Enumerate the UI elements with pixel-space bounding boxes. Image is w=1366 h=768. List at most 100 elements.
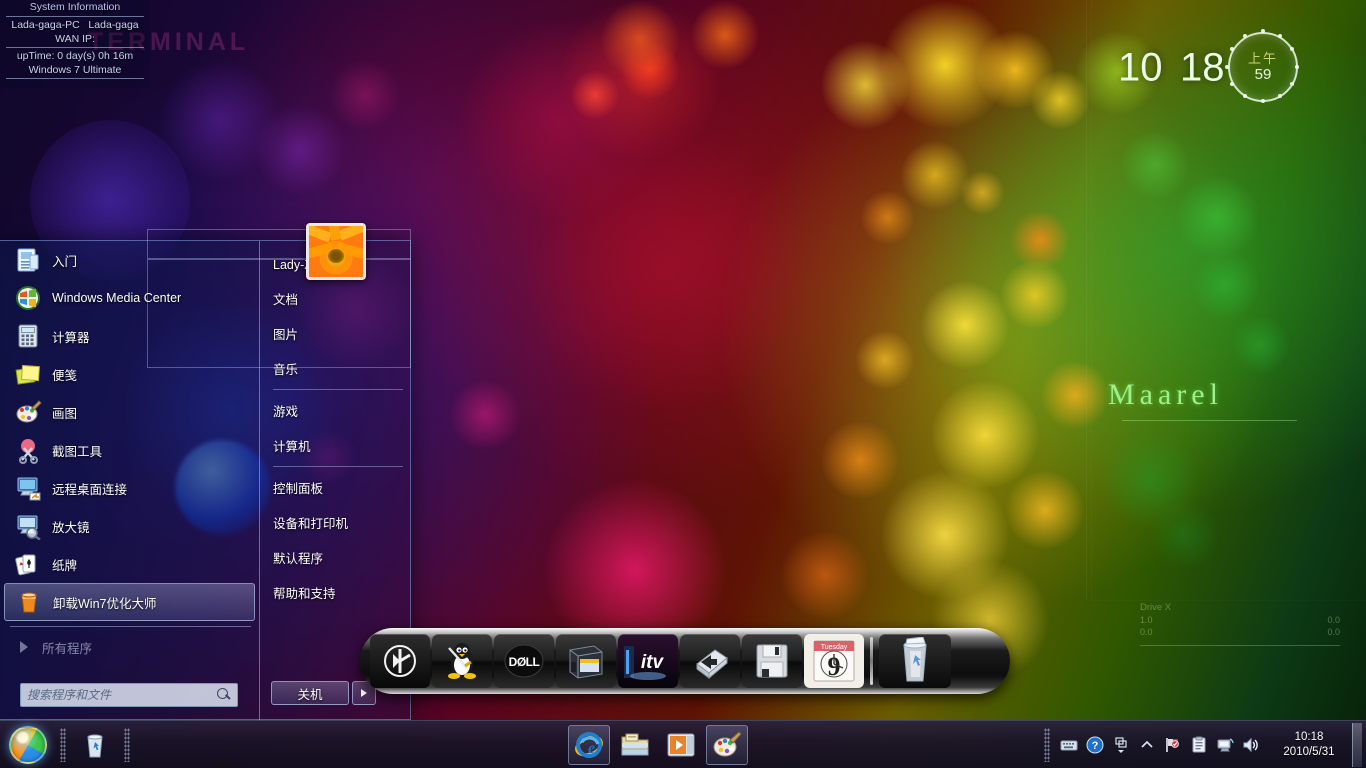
start-item-calculator[interactable]: 计算器	[0, 317, 259, 355]
start-right-item-documents[interactable]: 文档	[261, 281, 411, 316]
avatar[interactable]	[306, 223, 366, 280]
start-right-item-label: 默认程序	[273, 552, 324, 566]
drive-divider	[1140, 645, 1340, 646]
start-right-item-default-programs[interactable]: 默认程序	[261, 540, 411, 575]
sysinfo-uptime: upTime: 0 day(s) 0h 16m	[16, 50, 134, 62]
clock-time: 10:18	[1294, 730, 1324, 743]
start-right-item-label: 帮助和支持	[273, 587, 336, 601]
linux-penguin-icon[interactable]	[432, 634, 492, 688]
sysinfo-computer-name: Lada-gaga-PC	[11, 19, 80, 31]
start-menu[interactable]: 入门 Windows Media Center 计算器 便笺 画图 截图工具 远…	[0, 223, 411, 721]
remote-desktop-icon	[14, 474, 42, 502]
start-item-windows-media-center[interactable]: Windows Media Center	[0, 279, 259, 317]
start-item-solitaire[interactable]: 纸牌	[0, 545, 259, 583]
start-item-label: 便笺	[52, 368, 78, 383]
clipboard-icon[interactable]	[1188, 733, 1210, 757]
drive-gadget[interactable]: Drive X 1.0 0.0 0.0 0.0	[1140, 602, 1340, 648]
windows-logo-icon	[9, 725, 47, 764]
floppy-disk-icon[interactable]	[742, 634, 802, 688]
solitaire-icon	[14, 550, 42, 578]
taskbar-clock[interactable]: 10:18 2010/5/31	[1270, 730, 1348, 760]
chevron-right-icon	[20, 641, 28, 653]
start-right-item-control-panel[interactable]: 控制面板	[261, 470, 411, 505]
volume-icon[interactable]	[1240, 733, 1262, 757]
start-item-remote-desktop[interactable]: 远程桌面连接	[0, 469, 259, 507]
start-item-getting-started[interactable]: 入门	[0, 241, 259, 279]
network-icon[interactable]	[1214, 733, 1236, 757]
start-item-uninstall-win7-master[interactable]: 卸载Win7优化大师	[4, 583, 255, 621]
show-hidden-icons-icon[interactable]	[1110, 733, 1132, 757]
start-item-snipping-tool[interactable]: 截图工具	[0, 431, 259, 469]
drive-row-2-label: 0.0	[1140, 627, 1153, 637]
wallpaper-watermark: Maarel	[1108, 378, 1223, 411]
start-item-sticky-notes[interactable]: 便笺	[0, 355, 259, 393]
drive-row-1: 1.0 0.0	[1140, 615, 1340, 625]
search-input[interactable]	[27, 688, 217, 702]
apple-finder-icon[interactable]	[370, 634, 430, 688]
recycle-bin-quicklaunch[interactable]	[74, 725, 116, 765]
drive-row-2-value: 0.0	[1327, 627, 1340, 637]
internet-explorer-button[interactable]: e	[568, 724, 610, 765]
taskbar[interactable]: e ? 10:18 2010/5/31	[0, 720, 1366, 768]
media-box-icon[interactable]	[556, 634, 616, 688]
dock-items: DØLL itv Tuesday 9	[370, 634, 1000, 688]
calendar-icon[interactable]: Tuesday 9	[804, 634, 864, 688]
file-explorer-button[interactable]	[614, 725, 656, 765]
start-right-divider-2	[273, 466, 403, 467]
sysinfo-wanip: WAN IP:	[0, 32, 150, 46]
start-right-item-label: 设备和打印机	[273, 517, 349, 531]
start-right-divider-1	[273, 389, 403, 390]
help-icon[interactable]: ?	[1084, 733, 1106, 757]
dell-logo-icon[interactable]: DØLL	[494, 634, 554, 688]
clock-minutes: 18	[1180, 45, 1225, 90]
shutdown-button[interactable]: 关机	[271, 681, 349, 705]
watermark-rule	[1122, 420, 1297, 421]
start-item-label: 纸牌	[52, 558, 78, 573]
tray-grip[interactable]	[1044, 727, 1050, 762]
sysinfo-divider-3	[6, 78, 144, 79]
folder-arrow-icon[interactable]	[680, 634, 740, 688]
desktop-screen: TERMINAL Maarel System Information Lada-…	[0, 0, 1366, 768]
start-item-label: 卸载Win7优化大师	[53, 596, 157, 611]
uninstall-icon	[15, 588, 43, 616]
all-programs-label: 所有程序	[42, 641, 93, 656]
start-right-item-games[interactable]: 游戏	[261, 393, 411, 428]
start-right-item-music[interactable]: 音乐	[261, 351, 411, 386]
paint-button[interactable]	[706, 724, 748, 765]
shutdown-row: 关机	[271, 681, 376, 705]
media-player-button[interactable]	[660, 725, 702, 765]
keyboard-language-icon[interactable]	[1058, 733, 1080, 757]
clock-gadget[interactable]: 10 18 上午 59	[1100, 28, 1366, 110]
system-info-gadget[interactable]: System Information Lada-gaga-PC Lada-gag…	[0, 0, 150, 88]
chevron-up-icon[interactable]	[1136, 733, 1158, 757]
start-right-item-pictures[interactable]: 图片	[261, 316, 411, 351]
drive-title: Drive X	[1140, 602, 1172, 613]
start-item-label: 远程桌面连接	[52, 482, 128, 497]
start-right-item-computer[interactable]: 计算机	[261, 428, 411, 463]
start-right-item-label: 控制面板	[273, 482, 324, 496]
show-desktop-button[interactable]	[1352, 722, 1362, 767]
chevron-right-icon	[361, 689, 367, 697]
dock-divider	[870, 637, 873, 685]
search-icon	[217, 688, 231, 702]
drive-row-2: 0.0 0.0	[1140, 627, 1340, 637]
start-item-label: Windows Media Center	[52, 291, 182, 305]
dock-bar[interactable]: DØLL itv Tuesday 9	[360, 628, 1010, 694]
recycle-bin-icon[interactable]	[879, 634, 951, 688]
start-item-paint[interactable]: 画图	[0, 393, 259, 431]
svg-text:itv: itv	[641, 652, 665, 673]
search-box[interactable]	[20, 683, 238, 707]
start-button[interactable]	[2, 723, 54, 767]
paint-icon	[14, 398, 42, 426]
taskbar-grip[interactable]	[124, 727, 130, 762]
security-flag-icon[interactable]	[1162, 733, 1184, 757]
itv-icon[interactable]: itv	[618, 634, 678, 688]
start-right-item-devices-printers[interactable]: 设备和打印机	[261, 505, 411, 540]
system-tray[interactable]: ? 10:18 2010/5/31	[1056, 721, 1366, 768]
start-right-item-label: 图片	[273, 328, 299, 342]
start-item-magnifier[interactable]: 放大镜	[0, 507, 259, 545]
all-programs-button[interactable]: 所有程序	[0, 632, 259, 662]
start-right-item-help-support[interactable]: 帮助和支持	[261, 575, 411, 610]
magnifier-icon	[14, 512, 42, 541]
quicklaunch-grip[interactable]	[60, 727, 66, 762]
